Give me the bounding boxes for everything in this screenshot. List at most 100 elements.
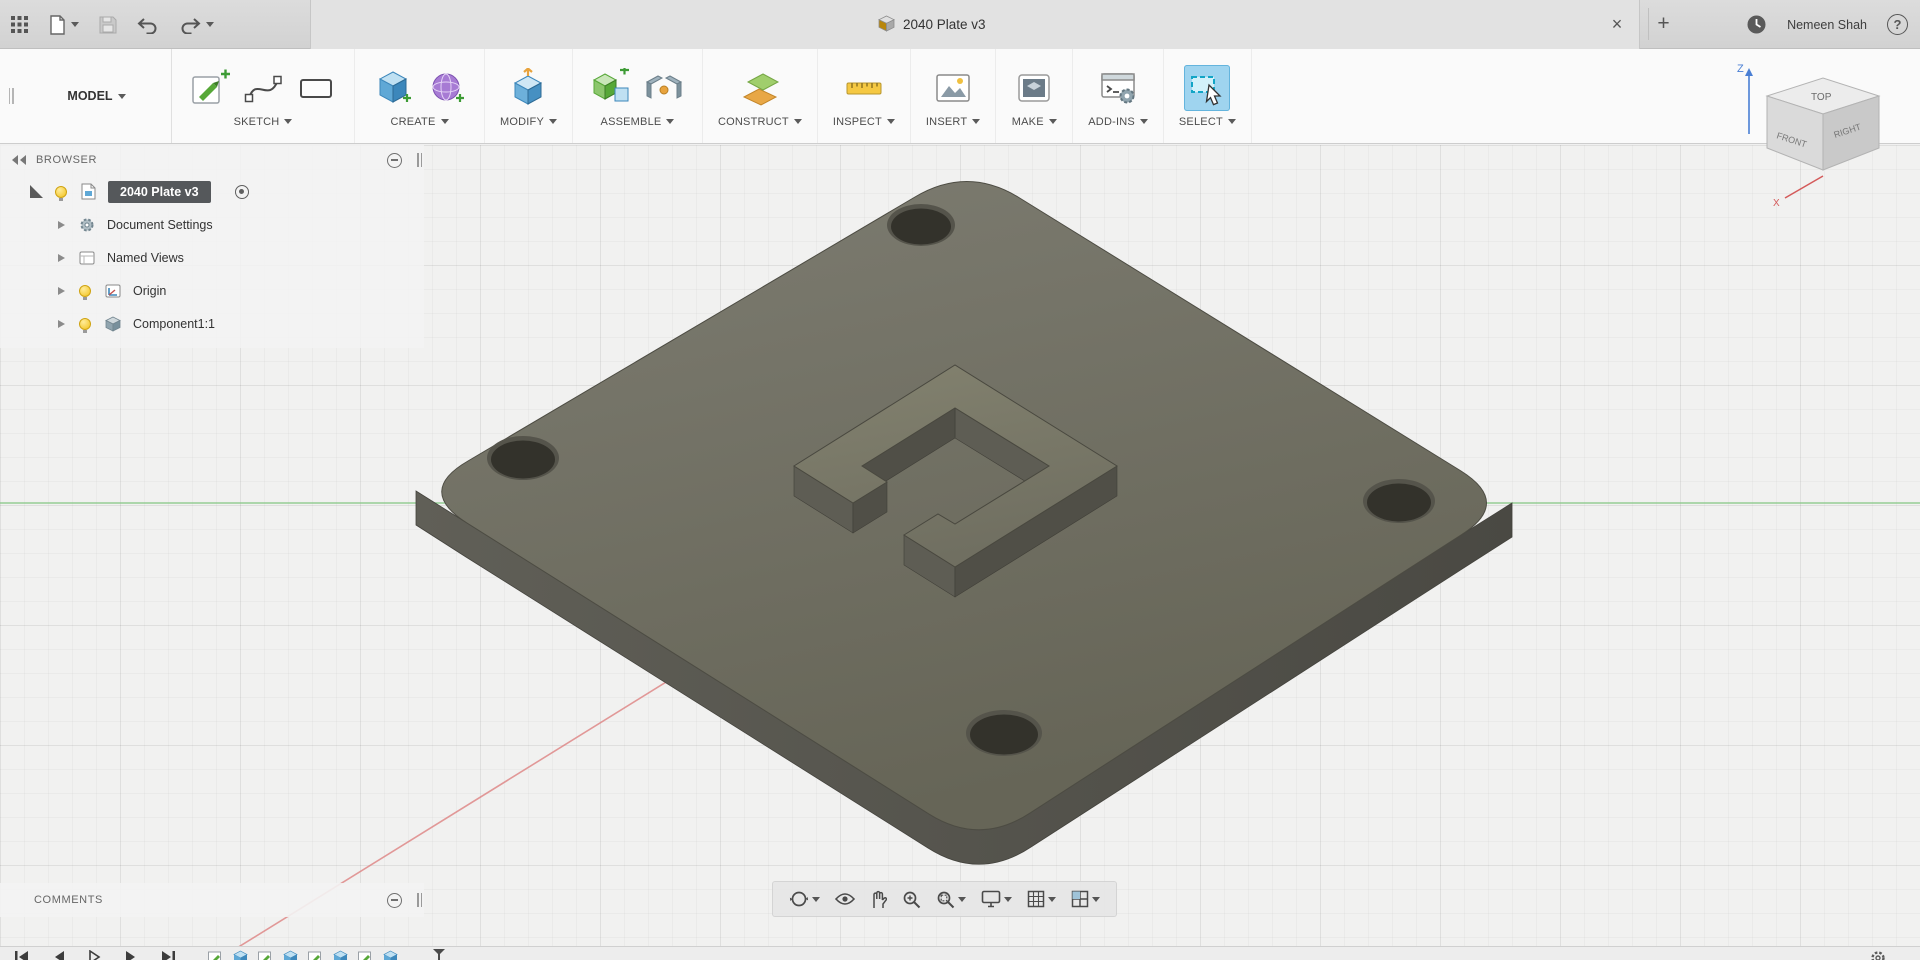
timeline-sketch-feature-icon[interactable]: [308, 950, 323, 960]
fusion-window: 2040 Plate v3 × + Nemeen Shah ? MODEL SK…: [0, 0, 1920, 960]
select-tool-icon[interactable]: [1184, 64, 1231, 111]
navigation-bar: [772, 881, 1117, 917]
app-grid-icon[interactable]: [10, 15, 29, 34]
activate-radio-icon[interactable]: [234, 184, 249, 199]
toolbar-label-insert[interactable]: INSERT: [926, 116, 981, 128]
toolbar-label-modify[interactable]: MODIFY: [500, 116, 557, 128]
tree-item-label[interactable]: Document Settings: [107, 218, 213, 232]
create-sketch-icon[interactable]: [187, 65, 233, 111]
assemble-new-component-icon[interactable]: [588, 65, 634, 111]
comments-resize-handle[interactable]: [417, 893, 422, 907]
tree-item-label[interactable]: Named Views: [107, 251, 184, 265]
timeline-gear-icon[interactable]: [1870, 950, 1886, 960]
viewport-canvas[interactable]: BROWSER 2040 Plate v3 Document Settings: [0, 145, 1920, 946]
tree-item-label[interactable]: Component1:1: [133, 317, 215, 331]
orbit-icon[interactable]: [789, 889, 820, 909]
redo-icon[interactable]: [179, 16, 214, 34]
toolbar-label-sketch[interactable]: SKETCH: [234, 116, 293, 128]
tree-row-root[interactable]: 2040 Plate v3: [0, 175, 424, 208]
inspect-measure-icon[interactable]: [841, 65, 887, 111]
tree-row-component1[interactable]: Component1:1: [0, 307, 424, 340]
tree-row-document-settings[interactable]: Document Settings: [0, 208, 424, 241]
timeline-extrude-feature-icon[interactable]: [283, 950, 298, 960]
plate-hole-left: [487, 436, 559, 480]
visibility-bulb-icon[interactable]: [55, 185, 67, 201]
timeline-extrude-feature-icon[interactable]: [233, 950, 248, 960]
expander-icon[interactable]: [58, 319, 65, 328]
browser-header[interactable]: BROWSER: [0, 145, 424, 175]
activity-clock-icon[interactable]: [1746, 14, 1767, 35]
plate-top-face: [441, 181, 1487, 831]
file-menu-icon[interactable]: [49, 14, 79, 35]
timeline-extrude-feature-icon[interactable]: [383, 950, 398, 960]
sketch-rectangle-icon[interactable]: [293, 65, 339, 111]
timeline-sketch-feature-icon[interactable]: [358, 950, 373, 960]
document-icon: [81, 183, 96, 200]
expander-icon[interactable]: [58, 286, 65, 295]
timeline-playhead-marker[interactable]: [433, 949, 445, 960]
browser-resize-handle[interactable]: [417, 153, 422, 167]
origin-folder-icon: [105, 284, 121, 298]
construct-plane-icon[interactable]: [737, 65, 783, 111]
timeline-play-button[interactable]: [88, 949, 102, 960]
expander-icon[interactable]: [58, 253, 65, 262]
browser-panel: BROWSER 2040 Plate v3 Document Settings: [0, 145, 424, 348]
tab-close-button[interactable]: ×: [1604, 11, 1630, 37]
toolbar-group-select: SELECT: [1164, 49, 1252, 143]
timeline-step-forward-button[interactable]: [124, 950, 138, 960]
workspace-selector[interactable]: MODEL: [22, 49, 172, 143]
visibility-bulb-icon[interactable]: [79, 284, 91, 300]
timeline-sketch-feature-icon[interactable]: [258, 950, 273, 960]
undo-icon[interactable]: [137, 16, 159, 34]
display-settings-icon[interactable]: [981, 890, 1012, 908]
toolbar-label-addins[interactable]: ADD-INS: [1088, 116, 1148, 128]
pan-hand-icon[interactable]: [870, 890, 887, 909]
timeline-sketch-feature-icon[interactable]: [208, 950, 223, 960]
toolbar-label-construct[interactable]: CONSTRUCT: [718, 116, 802, 128]
make-3d-print-icon[interactable]: [1011, 65, 1057, 111]
addins-scripts-icon[interactable]: [1095, 65, 1141, 111]
plate-hole-right: [1363, 479, 1435, 523]
visibility-bulb-icon[interactable]: [79, 317, 91, 333]
grid-settings-icon[interactable]: [1027, 890, 1056, 908]
timeline-extrude-feature-icon[interactable]: [333, 950, 348, 960]
modify-presspull-icon[interactable]: [505, 65, 551, 111]
browser-minimize-icon[interactable]: [387, 152, 402, 168]
tree-item-label[interactable]: Origin: [133, 284, 166, 298]
insert-canvas-icon[interactable]: [930, 65, 976, 111]
zoom-icon[interactable]: [902, 890, 921, 909]
toolbar-group-addins: ADD-INS: [1073, 49, 1164, 143]
viewports-icon[interactable]: [1071, 890, 1100, 908]
tree-row-origin[interactable]: Origin: [0, 274, 424, 307]
toolbar-label-select[interactable]: SELECT: [1179, 116, 1236, 128]
plate-hole-top: [887, 204, 955, 246]
toolbar-grip[interactable]: [0, 49, 22, 143]
toolbar-label-inspect[interactable]: INSPECT: [833, 116, 895, 128]
timeline-skip-start-button[interactable]: [14, 950, 30, 960]
timeline-step-back-button[interactable]: [52, 950, 66, 960]
save-icon[interactable]: [99, 16, 117, 34]
timeline-skip-end-button[interactable]: [160, 950, 176, 960]
user-name[interactable]: Nemeen Shah: [1787, 18, 1867, 32]
comments-bar[interactable]: COMMENTS: [0, 883, 424, 917]
sketch-spline-icon[interactable]: [240, 65, 286, 111]
gear-icon: [79, 217, 95, 233]
create-extrude-icon[interactable]: [370, 65, 416, 111]
root-node-label[interactable]: 2040 Plate v3: [108, 180, 211, 203]
toolbar-label-assemble[interactable]: ASSEMBLE: [601, 116, 675, 128]
assemble-joint-icon[interactable]: [641, 65, 687, 111]
comments-minimize-icon[interactable]: [387, 892, 402, 908]
collapse-chevrons-icon[interactable]: [12, 155, 28, 165]
toolbar-label-create[interactable]: CREATE: [390, 116, 449, 128]
named-views-icon: [79, 251, 95, 265]
viewcube[interactable]: Z TOP FRONT RIGHT X: [1719, 54, 1894, 219]
help-button[interactable]: ?: [1887, 14, 1908, 35]
toolbar-label-make[interactable]: MAKE: [1012, 116, 1057, 128]
zoom-window-icon[interactable]: [936, 890, 966, 909]
new-tab-button[interactable]: +: [1648, 8, 1678, 40]
create-form-icon[interactable]: [423, 65, 469, 111]
tree-row-named-views[interactable]: Named Views: [0, 241, 424, 274]
expander-icon[interactable]: [58, 220, 65, 229]
look-at-icon[interactable]: [835, 891, 855, 907]
toolbar-group-make: MAKE: [996, 49, 1074, 143]
